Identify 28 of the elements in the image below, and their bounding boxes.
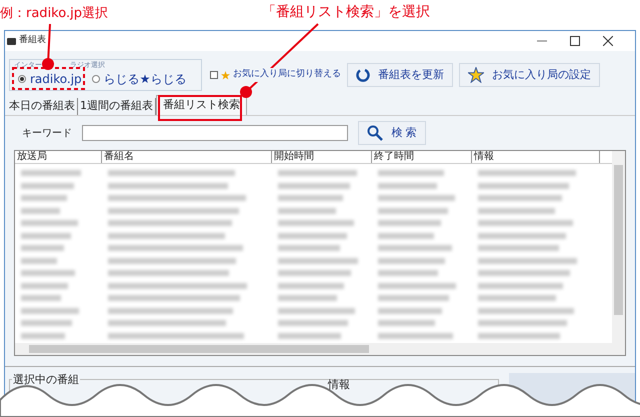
search-button[interactable]: 検 索 bbox=[358, 121, 426, 145]
radio-button[interactable] bbox=[92, 75, 100, 83]
window-title: 番組表 bbox=[19, 34, 46, 48]
search-icon bbox=[367, 125, 384, 141]
close-icon bbox=[603, 36, 613, 46]
annotation-text: 「番組リスト検索」を選択 bbox=[262, 3, 430, 22]
favorites-settings-button[interactable]: お気に入り局の設定 bbox=[459, 63, 600, 87]
keyword-field[interactable] bbox=[82, 125, 348, 141]
radio-button[interactable] bbox=[18, 75, 26, 83]
column-header[interactable]: 番組名 bbox=[102, 151, 272, 163]
radio-option[interactable]: radiko.jp bbox=[16, 70, 84, 88]
info-label: 情報 bbox=[328, 377, 350, 393]
refresh-button[interactable]: 番組表を更新 bbox=[347, 63, 453, 87]
app-icon bbox=[7, 38, 16, 44]
vertical-scrollbar[interactable] bbox=[612, 151, 625, 355]
tab[interactable]: 本日の番組表 bbox=[7, 98, 78, 115]
star-icon bbox=[221, 70, 230, 80]
keyword-label: キーワード bbox=[22, 126, 73, 140]
column-header[interactable]: 終了時間 bbox=[372, 151, 472, 163]
column-header[interactable]: 情報 bbox=[472, 151, 600, 163]
annotation-text: 例：radiko.jp選択 bbox=[0, 5, 108, 23]
refresh-icon bbox=[356, 68, 370, 82]
maximize-icon bbox=[570, 36, 580, 46]
column-header[interactable]: 放送局 bbox=[15, 151, 102, 163]
radio-option[interactable]: らじる★らじる bbox=[92, 70, 186, 88]
column-header[interactable]: 開始時間 bbox=[272, 151, 372, 163]
horizontal-scrollbar[interactable] bbox=[15, 343, 612, 355]
star-icon bbox=[468, 67, 484, 83]
